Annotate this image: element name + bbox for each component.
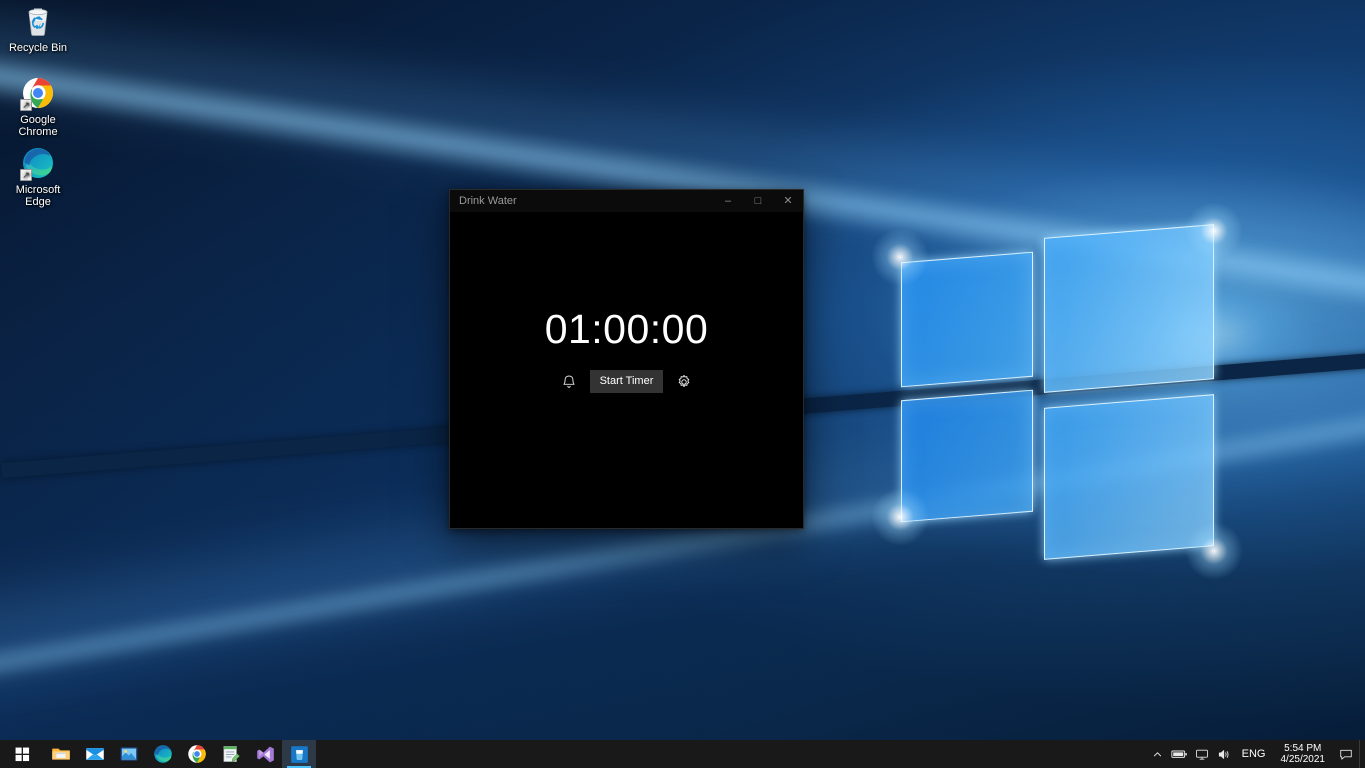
taskbar-app-notepad[interactable] bbox=[214, 740, 248, 768]
clock-date: 4/25/2021 bbox=[1281, 754, 1326, 765]
taskbar-app-file-explorer[interactable] bbox=[44, 740, 78, 768]
logo-sparkle bbox=[870, 487, 930, 547]
logo-sparkle bbox=[1184, 201, 1244, 261]
taskbar-app-visual-studio[interactable] bbox=[248, 740, 282, 768]
bell-icon[interactable] bbox=[560, 373, 578, 391]
taskbar: ENG 5:54 PM 4/25/2021 bbox=[0, 740, 1365, 768]
chevron-up-icon[interactable] bbox=[1147, 740, 1169, 768]
desktop-icon-google-chrome[interactable]: ↗ Google Chrome bbox=[0, 76, 76, 138]
close-button[interactable]: ✕ bbox=[773, 190, 803, 212]
water-glass-icon bbox=[290, 745, 309, 764]
window-title-bar[interactable]: Drink Water – □ ✕ bbox=[450, 190, 803, 212]
start-button[interactable] bbox=[0, 740, 44, 768]
maximize-button[interactable]: □ bbox=[743, 190, 773, 212]
wallpaper-windows-logo bbox=[898, 225, 1216, 535]
taskbar-app-google-chrome[interactable] bbox=[180, 740, 214, 768]
notepad-icon bbox=[221, 744, 241, 764]
window-content: 01:00:00 Start Timer bbox=[450, 212, 803, 528]
recycle-bin-icon bbox=[21, 4, 55, 38]
shortcut-overlay-icon: ↗ bbox=[20, 169, 32, 181]
edge-icon: ↗ bbox=[21, 146, 55, 180]
drink-water-window[interactable]: Drink Water – □ ✕ 01:00:00 Start Timer bbox=[449, 189, 804, 529]
visual-studio-icon bbox=[256, 745, 275, 764]
taskbar-app-microsoft-edge[interactable] bbox=[146, 740, 180, 768]
timer-countdown: 01:00:00 bbox=[545, 309, 709, 350]
desktop-background[interactable]: Recycle Bin ↗ Google Chrome bbox=[0, 0, 1365, 768]
desktop-icon-recycle-bin[interactable]: Recycle Bin bbox=[0, 4, 76, 54]
taskbar-app-microsoft-store[interactable] bbox=[112, 740, 146, 768]
clock[interactable]: 5:54 PM 4/25/2021 bbox=[1273, 740, 1334, 768]
desktop-icon-label: Recycle Bin bbox=[0, 42, 76, 54]
chrome-icon: ↗ bbox=[21, 76, 55, 110]
show-desktop-button[interactable] bbox=[1359, 740, 1365, 768]
timer-controls: Start Timer bbox=[560, 370, 694, 392]
desktop-icon-label: Google Chrome bbox=[0, 114, 76, 138]
store-icon bbox=[119, 744, 139, 764]
window-title: Drink Water bbox=[450, 195, 713, 207]
action-center-button[interactable] bbox=[1333, 740, 1359, 768]
windows-logo-icon bbox=[15, 747, 30, 762]
edge-icon bbox=[153, 744, 173, 764]
desktop-icon-microsoft-edge[interactable]: ↗ Microsoft Edge bbox=[0, 146, 76, 208]
chrome-icon bbox=[187, 744, 207, 764]
logo-sparkle bbox=[1184, 521, 1244, 581]
taskbar-app-mail[interactable] bbox=[78, 740, 112, 768]
taskbar-app-drink-water[interactable] bbox=[282, 740, 316, 768]
network-monitor-icon[interactable] bbox=[1191, 740, 1213, 768]
speaker-icon[interactable] bbox=[1213, 740, 1235, 768]
logo-sparkle bbox=[870, 227, 930, 287]
gear-icon[interactable] bbox=[675, 373, 693, 391]
shortcut-overlay-icon: ↗ bbox=[20, 99, 32, 111]
minimize-button[interactable]: – bbox=[713, 190, 743, 212]
start-timer-button[interactable]: Start Timer bbox=[590, 370, 664, 392]
clock-time: 5:54 PM bbox=[1284, 743, 1321, 754]
language-indicator[interactable]: ENG bbox=[1235, 740, 1273, 768]
battery-icon[interactable] bbox=[1169, 740, 1191, 768]
envelope-icon bbox=[85, 744, 105, 764]
folder-icon bbox=[51, 744, 71, 764]
system-tray: ENG 5:54 PM 4/25/2021 bbox=[1147, 740, 1365, 768]
desktop-icon-label: Microsoft Edge bbox=[0, 184, 76, 208]
